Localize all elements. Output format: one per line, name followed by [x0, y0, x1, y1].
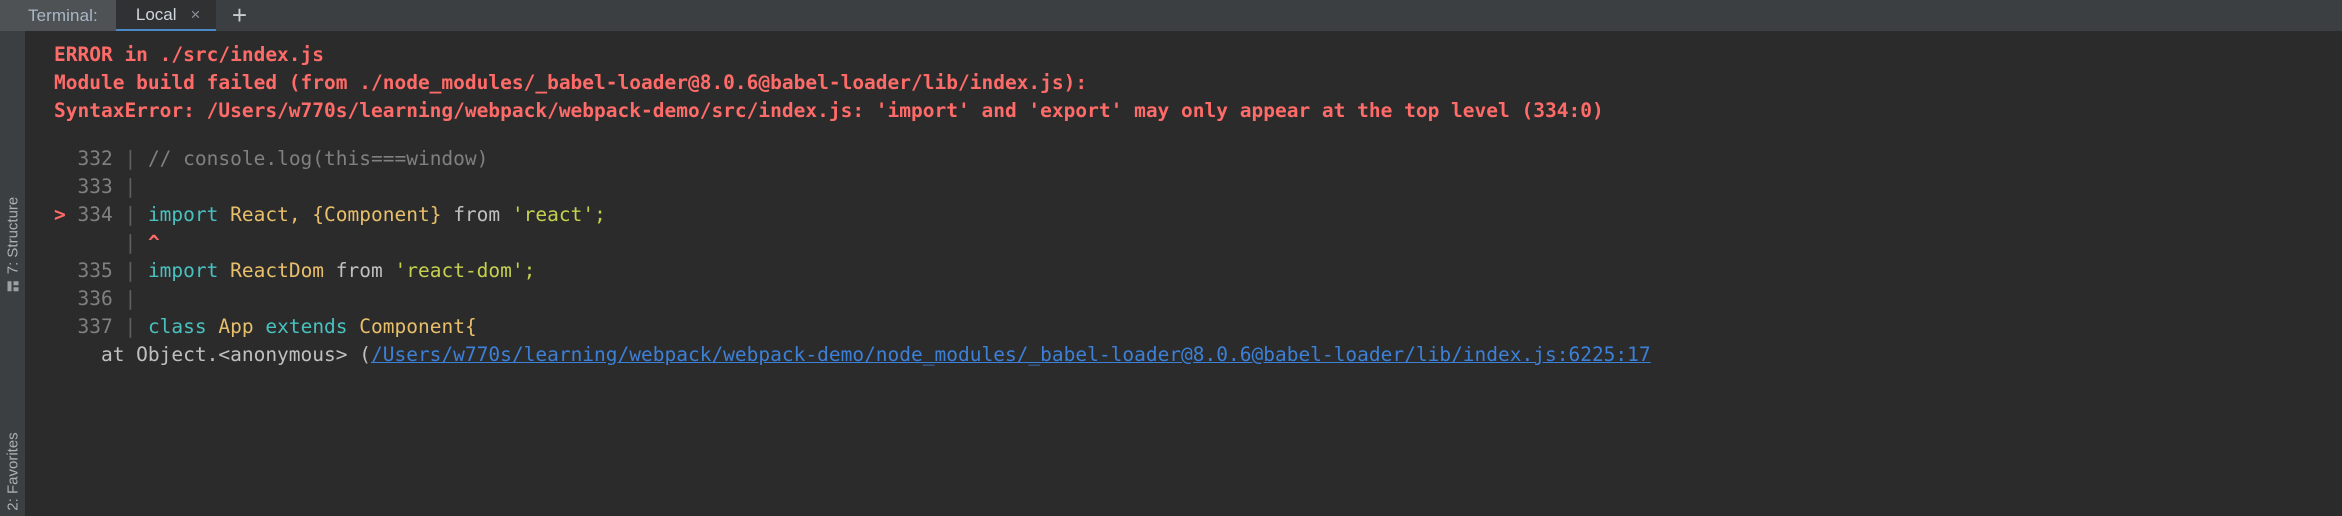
- line-number: 333: [77, 175, 125, 198]
- line-number: 336: [77, 287, 125, 310]
- code-token: Component{: [359, 315, 477, 338]
- terminal-tab-local[interactable]: Local ×: [115, 0, 217, 31]
- code-line: 337 | class App extends Component{: [26, 313, 2342, 341]
- code-token: React, {Component}: [230, 203, 454, 226]
- error-marker-icon: [54, 147, 77, 170]
- line-number: 337: [77, 315, 125, 338]
- stack-trace-prefix: at Object.<anonymous> (: [54, 343, 371, 366]
- code-line: 335 | import ReactDom from 'react-dom';: [26, 257, 2342, 285]
- code-token: import: [147, 259, 231, 282]
- code-token: App: [218, 315, 266, 338]
- close-icon[interactable]: ×: [189, 6, 203, 23]
- code-token: from: [453, 203, 512, 226]
- add-tab-button[interactable]: +: [216, 0, 263, 31]
- gutter-separator: |: [124, 287, 148, 310]
- stack-trace-link[interactable]: /Users/w770s/learning/webpack/webpack-de…: [371, 343, 1651, 366]
- error-marker-icon: [54, 287, 77, 310]
- error-line: SyntaxError: /Users/w770s/learning/webpa…: [54, 99, 1604, 122]
- code-line: > 334 | import React, {Component} from '…: [26, 201, 2342, 229]
- gutter-separator: |: [124, 175, 148, 198]
- gutter-separator: |: [124, 231, 148, 254]
- code-line: 333 |: [26, 173, 2342, 201]
- stack-trace-line: at Object.<anonymous> (/Users/w770s/lear…: [26, 341, 2342, 369]
- sidebar-item-favorites[interactable]: 2: Favorites: [4, 432, 21, 510]
- error-marker-icon: [54, 259, 77, 282]
- error-line: Module build failed (from ./node_modules…: [54, 71, 1088, 94]
- error-marker-icon: >: [54, 203, 78, 226]
- line-number: [77, 231, 124, 254]
- code-token: import: [147, 203, 231, 226]
- sidebar-item-label: 7: Structure: [4, 196, 21, 275]
- code-line: 336 |: [26, 285, 2342, 313]
- code-token: ReactDom: [230, 259, 336, 282]
- terminal-tab-bar: Terminal: Local × +: [0, 0, 2342, 31]
- structure-icon: [7, 281, 18, 292]
- line-number: 332: [77, 147, 125, 170]
- code-token: from: [335, 259, 395, 282]
- error-line: ERROR in ./src/index.js: [54, 43, 325, 66]
- code-line: 332 | // console.log(this===window): [26, 145, 2342, 173]
- tab-title: Local: [135, 4, 177, 24]
- terminal-body: 7: Structure 2: Favorites ERROR in ./src…: [0, 31, 2342, 516]
- line-number: 334: [77, 203, 125, 226]
- terminal-window: Terminal: Local × + 7: Structure 2: Favo…: [0, 0, 2342, 516]
- terminal-output[interactable]: ERROR in ./src/index.js Module build fai…: [26, 31, 2342, 516]
- gutter-separator: |: [124, 203, 148, 226]
- code-token: 'react';: [511, 203, 606, 226]
- code-snippet: 332 | // console.log(this===window) 333 …: [26, 145, 2342, 341]
- code-token: // console.log(this===window): [147, 147, 489, 170]
- error-marker-icon: [54, 231, 77, 254]
- gutter-separator: |: [124, 259, 148, 282]
- error-marker-icon: [54, 175, 77, 198]
- tool-window-strip: 7: Structure 2: Favorites: [0, 31, 26, 516]
- sidebar-item-structure[interactable]: 7: Structure: [4, 197, 21, 293]
- gutter-separator: |: [124, 147, 148, 170]
- code-token: extends: [265, 315, 360, 338]
- sidebar-item-label: 2: Favorites: [4, 432, 21, 511]
- gutter-separator: |: [124, 315, 148, 338]
- code-token: ^: [147, 231, 160, 254]
- terminal-label: Terminal:: [0, 0, 116, 31]
- code-line: | ^: [26, 229, 2342, 257]
- line-number: 335: [77, 259, 125, 282]
- code-token: class: [147, 315, 219, 338]
- error-marker-icon: [54, 315, 77, 338]
- code-token: 'react-dom';: [394, 259, 536, 282]
